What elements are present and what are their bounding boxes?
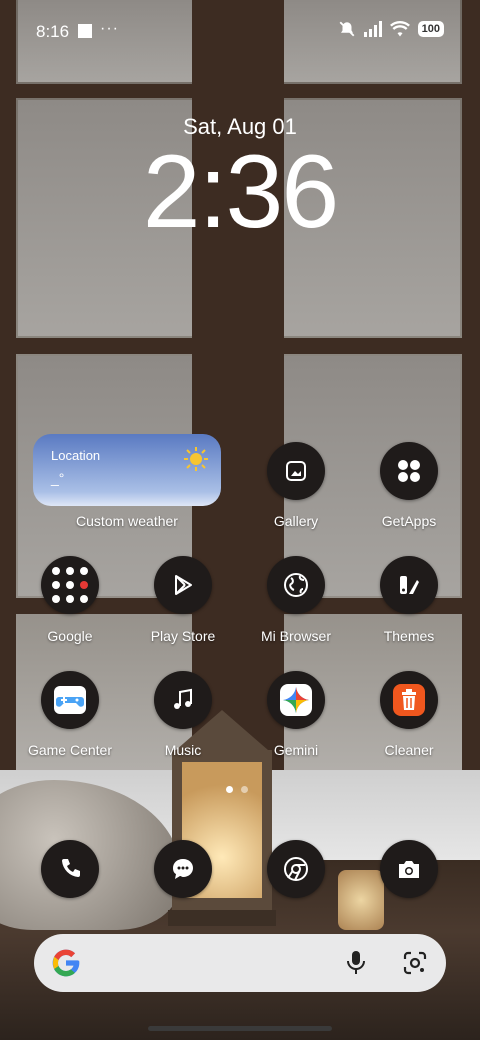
app-mi-browser[interactable] xyxy=(267,556,325,614)
app-play-store[interactable] xyxy=(154,556,212,614)
gemini-icon xyxy=(280,684,312,716)
app-getapps-label: GetApps xyxy=(381,513,437,529)
notification-square-icon xyxy=(78,24,92,38)
status-time: 8:16 xyxy=(36,22,70,41)
app-cleaner[interactable] xyxy=(380,671,438,729)
app-getapps[interactable] xyxy=(380,442,438,500)
dock-chrome[interactable] xyxy=(267,840,325,898)
lock-clock[interactable]: 2:36 xyxy=(0,140,480,244)
google-folder-grid-icon xyxy=(52,567,88,603)
gallery-icon xyxy=(286,461,306,481)
weather-location: Location xyxy=(51,448,101,463)
home-indicator[interactable] xyxy=(148,1026,332,1031)
page-dot-2 xyxy=(241,786,248,793)
app-gemini[interactable] xyxy=(267,671,325,729)
page-dot-1 xyxy=(226,786,233,793)
getapps-icon xyxy=(398,460,420,482)
chrome-icon xyxy=(284,857,308,881)
message-bubble-icon xyxy=(173,859,193,879)
folder-google-label: Google xyxy=(47,628,93,644)
wifi-icon xyxy=(389,21,410,37)
weather-temperature: _° xyxy=(51,470,65,486)
dock-phone[interactable] xyxy=(41,840,99,898)
app-game-center[interactable] xyxy=(41,671,99,729)
app-cleaner-label: Cleaner xyxy=(384,742,434,758)
game-controller-icon xyxy=(54,686,86,714)
phone-icon xyxy=(62,859,80,877)
app-music[interactable] xyxy=(154,671,212,729)
google-lens-icon[interactable] xyxy=(402,950,428,976)
app-themes-label: Themes xyxy=(383,628,435,644)
dock-camera[interactable] xyxy=(380,840,438,898)
status-bar: 8:16 ··· 100 xyxy=(0,0,480,64)
app-game-center-label: Game Center xyxy=(27,742,113,758)
dock-messages[interactable] xyxy=(154,840,212,898)
google-logo-icon xyxy=(52,949,80,977)
more-notifications-icon: ··· xyxy=(100,20,119,37)
app-music-label: Music xyxy=(164,742,202,758)
app-play-store-label: Play Store xyxy=(150,628,216,644)
signal-icon xyxy=(363,21,382,37)
battery-icon: 100 xyxy=(417,21,444,37)
camera-icon xyxy=(399,861,419,878)
play-store-icon xyxy=(175,575,192,595)
music-note-icon xyxy=(174,688,192,709)
weather-widget-label: Custom weather xyxy=(76,513,178,529)
app-gallery-label: Gallery xyxy=(273,513,319,529)
microphone-icon[interactable] xyxy=(345,950,367,976)
app-gemini-label: Gemini xyxy=(273,742,319,758)
folder-google[interactable] xyxy=(41,556,99,614)
weather-widget[interactable]: Location _° xyxy=(33,434,221,506)
app-themes[interactable] xyxy=(380,556,438,614)
themes-icon xyxy=(400,576,419,594)
globe-icon xyxy=(284,573,308,597)
silent-bell-icon xyxy=(339,21,355,37)
sun-icon xyxy=(184,447,208,471)
app-gallery[interactable] xyxy=(267,442,325,500)
page-indicator[interactable] xyxy=(226,786,248,793)
trash-icon xyxy=(393,684,425,716)
app-mi-browser-label: Mi Browser xyxy=(260,628,331,644)
google-search-bar[interactable] xyxy=(34,934,446,992)
